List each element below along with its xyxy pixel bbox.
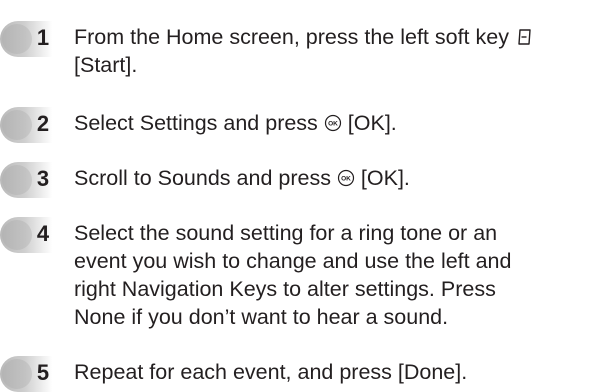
step-number-badge: 4 (0, 217, 70, 253)
step-number-badge: 5 (0, 356, 70, 392)
ok-key-icon: OK (324, 114, 341, 132)
step-text-after: [OK]. (360, 166, 410, 190)
step-text-line: None if you don’t want to hear a sound. (74, 305, 449, 329)
step-number: 2 (36, 111, 50, 136)
step-text-line: event you wish to change and use the lef… (74, 249, 512, 273)
left-soft-key-icon (518, 29, 531, 45)
ok-key-icon: OK (337, 169, 355, 187)
step-number-badge: 1 (0, 21, 70, 57)
step-text-before: Scroll to Sounds and press (74, 166, 331, 190)
step-text-line: [Start]. (74, 53, 138, 77)
step-text-line: right Navigation Keys to alter settings.… (74, 277, 496, 301)
step-text: From the Home screen, press the left sof… (74, 23, 586, 79)
step-text-before: Select Settings and press (74, 111, 318, 135)
step-text-line: Select the sound setting for a ring tone… (74, 221, 498, 245)
step-number-badge: 3 (0, 162, 70, 198)
step-text: Select Settings and press OK [OK]. (74, 109, 586, 137)
step-number: 1 (36, 25, 50, 50)
step-number: 5 (36, 360, 50, 385)
step-text-line: Repeat for each event, and press [Done]. (74, 360, 468, 384)
step-number: 3 (36, 166, 50, 191)
step-text-after: [OK]. (347, 111, 397, 135)
step-text-line: From the Home screen, press the left sof… (74, 25, 509, 49)
step-text: Repeat for each event, and press [Done]. (74, 358, 586, 386)
svg-text:OK: OK (328, 121, 338, 128)
step-number-badge: 2 (0, 107, 70, 143)
step-number: 4 (36, 221, 50, 246)
svg-text:OK: OK (341, 176, 351, 183)
step-text: Select the sound setting for a ring tone… (74, 219, 586, 331)
step-text: Scroll to Sounds and press OK [OK]. (74, 164, 586, 192)
